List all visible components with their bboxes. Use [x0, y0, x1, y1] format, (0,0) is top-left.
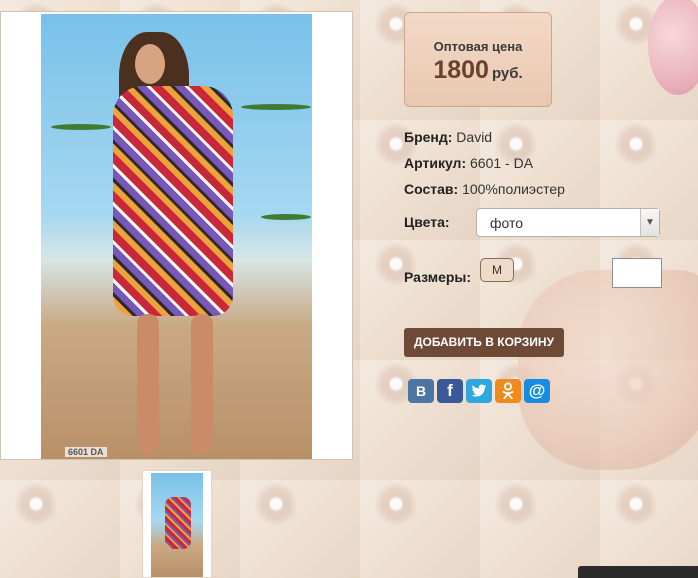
photo-article-code: 6601 DA — [65, 447, 107, 457]
article-row: Артикул: 6601 - DA — [404, 155, 533, 171]
share-buttons: В f @ — [408, 379, 550, 403]
composition-row: Состав: 100%полиэстер — [404, 181, 565, 197]
mailru-icon[interactable]: @ — [524, 379, 550, 403]
wholesale-price-box: Оптовая цена 1800 руб. — [404, 12, 552, 107]
facebook-icon[interactable]: f — [437, 379, 463, 403]
vk-icon[interactable]: В — [408, 379, 434, 403]
product-photo-image — [41, 14, 312, 459]
price-value-row: 1800 руб. — [405, 56, 551, 85]
article-value: 6601 - DA — [470, 155, 534, 171]
composition-label: Состав: — [404, 181, 459, 197]
product-main-photo[interactable]: 6601 DA — [0, 11, 353, 460]
price-label: Оптовая цена — [433, 39, 523, 54]
bottom-bar — [578, 566, 698, 578]
product-thumbnail[interactable] — [142, 470, 212, 578]
color-select-value: фото — [490, 215, 524, 231]
brand-row: Бренд: David — [404, 129, 492, 145]
brand-label: Бренд: — [404, 129, 453, 145]
article-label: Артикул: — [404, 155, 467, 171]
sizes-label: Размеры: — [404, 269, 472, 285]
chevron-down-icon[interactable]: ▼ — [640, 209, 659, 236]
color-select[interactable]: фото ▼ — [476, 208, 660, 237]
size-option-m[interactable]: M — [480, 258, 514, 282]
twitter-icon[interactable] — [466, 379, 492, 403]
composition-value: 100%полиэстер — [462, 181, 565, 197]
quantity-input[interactable] — [612, 258, 662, 288]
add-to-cart-button[interactable]: ДОБАВИТЬ В КОРЗИНУ — [404, 328, 564, 357]
odnoklassniki-icon[interactable] — [495, 379, 521, 403]
price-currency: руб. — [491, 65, 523, 82]
colors-label: Цвета: — [404, 214, 450, 230]
decorative-hand — [518, 270, 698, 470]
brand-value: David — [456, 129, 493, 145]
price-value: 1800 — [433, 56, 489, 84]
